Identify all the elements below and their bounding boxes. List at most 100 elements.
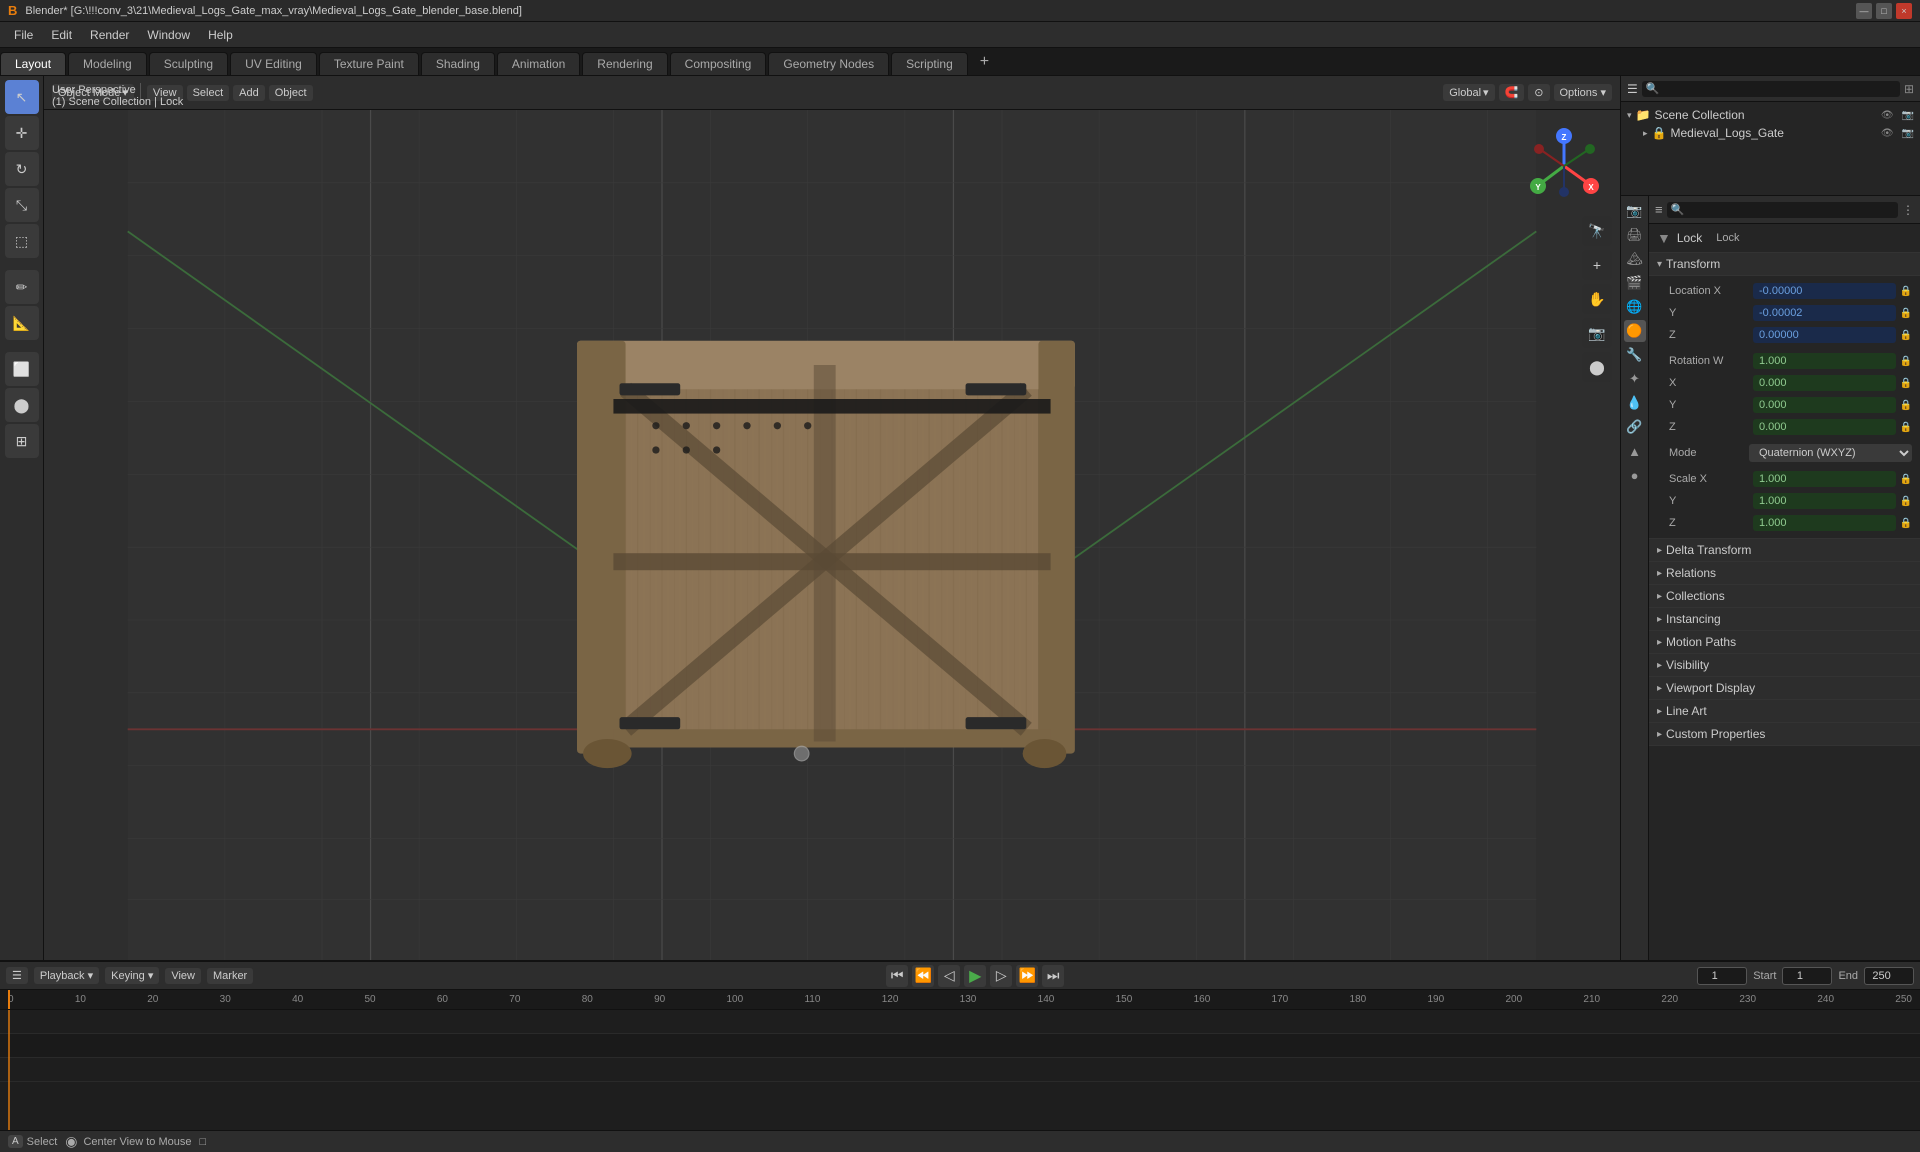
window-controls[interactable]: — □ ×: [1856, 3, 1912, 19]
tab-shading[interactable]: Shading: [421, 52, 495, 75]
scale-x-lock[interactable]: 🔒: [1900, 474, 1912, 485]
location-x-value[interactable]: -0.00000: [1753, 283, 1896, 299]
move-view-button[interactable]: ✋: [1582, 284, 1612, 314]
tool-scale[interactable]: ⤡: [5, 188, 39, 222]
scale-x-value[interactable]: 1.000: [1753, 471, 1896, 487]
section-header-transform[interactable]: ▾ Transform: [1649, 253, 1920, 276]
section-visibility[interactable]: ▸ Visibility: [1649, 654, 1920, 677]
menu-window[interactable]: Window: [139, 26, 198, 44]
location-z-value[interactable]: 0.00000: [1753, 327, 1896, 343]
section-viewport-display[interactable]: ▸ Viewport Display: [1649, 677, 1920, 700]
outliner-filter-icon[interactable]: ⊞: [1904, 82, 1914, 96]
props-icon-scene[interactable]: 🎬: [1624, 272, 1646, 294]
mesh-camera-icon[interactable]: 📷: [1902, 128, 1914, 139]
location-z-lock[interactable]: 🔒: [1900, 330, 1912, 341]
tab-scripting[interactable]: Scripting: [891, 52, 968, 75]
tab-sculpting[interactable]: Sculpting: [149, 52, 228, 75]
section-relations[interactable]: ▸ Relations: [1649, 562, 1920, 585]
playback-menu[interactable]: Playback ▾: [34, 967, 99, 984]
snap-button[interactable]: 🧲: [1499, 84, 1525, 101]
camera-view-button[interactable]: 📷: [1582, 318, 1612, 348]
viewport-3d[interactable]: Object Mode ▾ View Select Add Object Glo…: [44, 76, 1620, 960]
zoom-in-button[interactable]: +: [1582, 250, 1612, 280]
tool-annotate[interactable]: ✏: [5, 270, 39, 304]
tab-layout[interactable]: Layout: [0, 52, 66, 75]
tab-rendering[interactable]: Rendering: [582, 52, 667, 75]
mesh-eye-icon[interactable]: 👁: [1881, 128, 1894, 139]
rotation-z-value[interactable]: 0.000: [1753, 419, 1896, 435]
marker-menu[interactable]: Marker: [207, 968, 253, 984]
timeline-scrubber[interactable]: 0 10 20 30 40 50 60 70 80 90 100 110 120…: [0, 990, 1920, 1010]
jump-end-button[interactable]: ⏭: [1042, 965, 1064, 987]
tool-transform[interactable]: ⬚: [5, 224, 39, 258]
menu-edit[interactable]: Edit: [43, 26, 80, 44]
view-menu[interactable]: View: [147, 85, 183, 101]
minimize-button[interactable]: —: [1856, 3, 1872, 19]
mode-select[interactable]: Quaternion (WXYZ) XYZ Euler Axis Angle: [1749, 444, 1912, 462]
prev-frame-button[interactable]: ◁: [938, 965, 960, 987]
keying-menu[interactable]: Keying ▾: [105, 967, 159, 984]
tab-uv-editing[interactable]: UV Editing: [230, 52, 317, 75]
section-delta-transform[interactable]: ▸ Delta Transform: [1649, 539, 1920, 562]
start-frame-input[interactable]: [1782, 967, 1832, 985]
view-menu[interactable]: View: [165, 968, 201, 984]
location-y-lock[interactable]: 🔒: [1900, 308, 1912, 319]
viewport-options[interactable]: Options ▾: [1554, 84, 1613, 101]
props-icon-modifiers[interactable]: 🔧: [1624, 344, 1646, 366]
section-custom-properties[interactable]: ▸ Custom Properties: [1649, 723, 1920, 746]
add-workspace-button[interactable]: +: [970, 49, 999, 75]
timeline-menu-icon[interactable]: ☰: [6, 967, 28, 984]
object-mode-selector[interactable]: Object Mode ▾: [52, 84, 134, 101]
menu-render[interactable]: Render: [82, 26, 137, 44]
viewport-global[interactable]: Global ▾: [1443, 84, 1494, 101]
props-icon-material[interactable]: ●: [1624, 464, 1646, 486]
scene-eye-icon[interactable]: 👁: [1881, 110, 1894, 121]
scale-y-value[interactable]: 1.000: [1753, 493, 1896, 509]
props-icon-constraints[interactable]: 🔗: [1624, 416, 1646, 438]
outliner-scene-collection[interactable]: ▾ 📁 Scene Collection 👁 📷: [1621, 106, 1920, 124]
props-icon-render[interactable]: 📷: [1624, 200, 1646, 222]
location-y-value[interactable]: -0.00002: [1753, 305, 1896, 321]
viewport-shading-solid[interactable]: ⬤: [1582, 352, 1612, 382]
tool-rotate[interactable]: ↻: [5, 152, 39, 186]
tool-move[interactable]: ✛: [5, 116, 39, 150]
tab-animation[interactable]: Animation: [497, 52, 580, 75]
props-icon-world[interactable]: 🌐: [1624, 296, 1646, 318]
maximize-button[interactable]: □: [1876, 3, 1892, 19]
props-icon-output[interactable]: 🖨: [1624, 224, 1646, 246]
timeline-playhead[interactable]: [8, 990, 10, 1009]
tool-add-cube[interactable]: ⬜: [5, 352, 39, 386]
section-collections[interactable]: ▸ Collections: [1649, 585, 1920, 608]
props-icon-view-layer[interactable]: 🏔: [1624, 248, 1646, 270]
scene-camera-icon[interactable]: 📷: [1902, 110, 1914, 121]
proportional-editing[interactable]: ⊙: [1528, 84, 1549, 101]
rotation-w-value[interactable]: 1.000: [1753, 353, 1896, 369]
tool-cursor[interactable]: ↖: [5, 80, 39, 114]
scale-y-lock[interactable]: 🔒: [1900, 496, 1912, 507]
end-frame-input[interactable]: [1864, 967, 1914, 985]
props-options-button[interactable]: ⋮: [1902, 203, 1914, 217]
tab-texture-paint[interactable]: Texture Paint: [319, 52, 419, 75]
rotation-y-value[interactable]: 0.000: [1753, 397, 1896, 413]
outliner-search[interactable]: [1642, 81, 1900, 97]
close-button[interactable]: ×: [1896, 3, 1912, 19]
tool-add-grid[interactable]: ⊞: [5, 424, 39, 458]
rotation-z-lock[interactable]: 🔒: [1900, 422, 1912, 433]
section-line-art[interactable]: ▸ Line Art: [1649, 700, 1920, 723]
current-frame-input[interactable]: 1: [1697, 967, 1747, 985]
next-frame-button[interactable]: ▷: [990, 965, 1012, 987]
tab-geometry-nodes[interactable]: Geometry Nodes: [768, 52, 889, 75]
menu-help[interactable]: Help: [200, 26, 241, 44]
props-icon-data[interactable]: ▲: [1624, 440, 1646, 462]
tab-compositing[interactable]: Compositing: [670, 52, 767, 75]
object-menu[interactable]: Object: [269, 85, 313, 101]
tab-modeling[interactable]: Modeling: [68, 52, 147, 75]
section-instancing[interactable]: ▸ Instancing: [1649, 608, 1920, 631]
props-icon-particles[interactable]: ✦: [1624, 368, 1646, 390]
tool-add-circle[interactable]: ⬤: [5, 388, 39, 422]
props-icon-object[interactable]: 🟠: [1624, 320, 1646, 342]
scale-z-value[interactable]: 1.000: [1753, 515, 1896, 531]
prev-keyframe-button[interactable]: ⏪: [912, 965, 934, 987]
select-menu[interactable]: Select: [187, 85, 230, 101]
tool-measure[interactable]: 📐: [5, 306, 39, 340]
